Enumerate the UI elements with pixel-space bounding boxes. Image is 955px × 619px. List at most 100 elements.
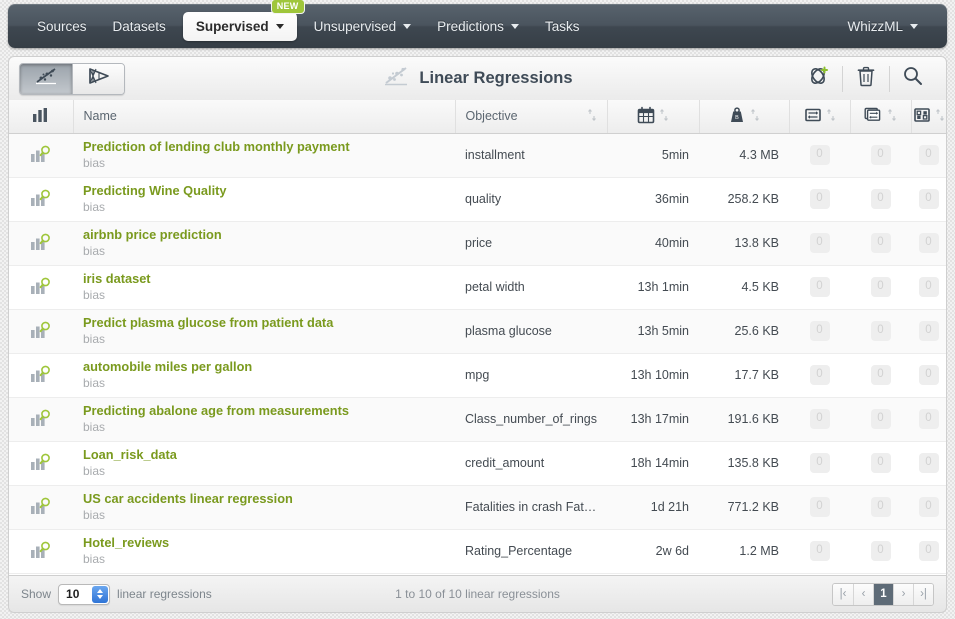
nav-item-supervised[interactable]: Supervised NEW [182,0,305,41]
stepper-icon[interactable] [92,585,109,603]
evaluations-count-badge[interactable]: 0 [918,497,939,517]
batch-predictions-count-badge[interactable]: 0 [870,321,891,341]
batch-predictions-count-badge[interactable]: 0 [870,277,891,297]
sort-arrows-icon[interactable] [587,108,597,125]
row-objective: installment [465,148,525,162]
column-header-predictions[interactable] [789,100,851,134]
batch-predictions-count-badge[interactable]: 0 [870,365,891,385]
row-name-link[interactable]: Predict plasma glucose from patient data [83,315,445,331]
table-row[interactable]: Prediction of lending club monthly payme… [9,133,946,178]
evaluations-count-badge[interactable]: 0 [918,409,939,429]
predictions-count-badge[interactable]: 0 [809,541,830,561]
table-row[interactable]: Loan_risk_data bias credit_amount 18h 14min… [9,441,946,486]
predictions-count-badge[interactable]: 0 [809,189,830,209]
row-name-link[interactable]: Prediction of lending club monthly payme… [83,139,445,155]
row-name-link[interactable]: Hotel_reviews [83,535,445,551]
row-name-link[interactable]: automobile miles per gallon [83,359,445,375]
table-row[interactable]: Hotel_reviews bias Rating_Percentage 2w 6d 1… [9,529,946,574]
predictions-count-badge[interactable]: 0 [809,277,830,297]
sort-arrows-icon[interactable] [826,108,836,125]
row-name-link[interactable]: airbnb price prediction [83,227,445,243]
row-objective-cell: Rating_Percentage [455,529,607,574]
row-name-cell: Loan_risk_data bias [73,441,455,486]
search-button[interactable] [890,64,936,94]
pagination-last[interactable]: ›| [913,583,933,605]
sort-arrows-icon[interactable] [887,108,897,125]
nav-item-tasks[interactable]: Tasks [532,12,593,41]
add-linear-regression-button[interactable] [796,64,842,94]
table-row[interactable]: automobile miles per gallon bias mpg 13h 10… [9,353,946,398]
evaluations-count-badge[interactable]: 0 [918,277,939,297]
delete-button[interactable] [843,64,889,94]
predictions-count-badge[interactable]: 0 [809,145,830,165]
table-row[interactable]: Predict plasma glucose from patient data… [9,309,946,354]
table-row[interactable]: Predicting Wine Quality bias quality 36min 2… [9,177,946,222]
sort-arrows-icon[interactable] [935,108,945,125]
evaluations-count-badge[interactable]: 0 [918,145,939,165]
batch-predictions-count-badge[interactable]: 0 [870,409,891,429]
row-name-cell: Hotel_reviews bias [73,529,455,574]
nav-item-datasets[interactable]: Datasets [100,12,179,41]
batch-predictions-count-badge[interactable]: 0 [870,233,891,253]
view-toggle-deepnet[interactable] [72,63,124,94]
chevron-down-icon [275,23,284,29]
nav-item-label: Supervised [195,18,269,34]
row-objective: Class_number_of_rings [465,412,597,426]
evaluations-count-badge[interactable]: 0 [918,365,939,385]
row-size-cell: 4.5 KB [699,265,789,310]
column-header-evaluations[interactable] [911,100,946,134]
batch-predictions-count-badge[interactable]: 0 [870,497,891,517]
table-row[interactable]: US car accidents linear regression bias Fa… [9,485,946,530]
predictions-count-badge[interactable]: 0 [809,409,830,429]
row-size-cell: 258.2 KB [699,177,789,222]
batch-predictions-count-badge[interactable]: 0 [870,189,891,209]
nav-item-predictions[interactable]: Predictions [424,12,532,41]
evaluations-count-badge[interactable]: 0 [918,321,939,341]
pagination-first[interactable]: |‹ [833,583,853,605]
row-predictions-cell: 0 [789,177,850,222]
column-header-batch-predictions[interactable] [850,100,912,134]
nav-item-whizzml[interactable]: WhizzML [834,12,931,41]
evaluations-count-badge[interactable]: 0 [918,541,939,561]
row-evaluations-cell: 0 [911,353,946,398]
pagination-page-1[interactable]: 1 [873,583,893,605]
row-name-link[interactable]: Loan_risk_data [83,447,445,463]
predictions-count-badge[interactable]: 0 [809,497,830,517]
nav-item-sources[interactable]: Sources [24,12,100,41]
row-name-link[interactable]: iris dataset [83,271,445,287]
sort-arrows-icon[interactable] [750,108,760,125]
row-age-cell: 40min [607,221,699,266]
row-name-link[interactable]: Predicting abalone age from measurements [83,403,445,419]
evaluations-count-badge[interactable]: 0 [918,189,939,209]
page-size-select[interactable]: 10 [58,583,111,605]
column-header-age[interactable] [607,100,700,134]
row-subtitle: bias [83,287,106,302]
pagination-prev[interactable]: ‹ [853,583,873,605]
batch-predictions-count-badge[interactable]: 0 [870,145,891,165]
batch-predictions-count-badge[interactable]: 0 [870,541,891,561]
row-subtitle: bias [83,375,106,390]
table-row[interactable]: Predicting abalone age from measurements… [9,397,946,442]
predictions-count-badge[interactable]: 0 [809,233,830,253]
predictions-count-badge[interactable]: 0 [809,365,830,385]
table-row[interactable]: iris dataset bias petal width 13h 1min 4.5 K… [9,265,946,310]
row-objective-cell: credit_amount [455,441,607,486]
predictions-count-badge[interactable]: 0 [809,321,830,341]
pagination-next[interactable]: › [893,583,913,605]
nav-item-unsupervised[interactable]: Unsupervised [301,12,425,41]
row-objective-cell: petal width [455,265,607,310]
column-header-size[interactable]: B [699,100,790,134]
view-toggle-linear-regression[interactable] [20,63,72,94]
bar-chart-icon [31,107,51,126]
evaluations-count-badge[interactable]: 0 [918,233,939,253]
table-row[interactable]: airbnb price prediction bias price 40min 13.… [9,221,946,266]
predictions-count-badge[interactable]: 0 [809,453,830,473]
evaluations-count-badge[interactable]: 0 [918,453,939,473]
column-header-objective[interactable]: Objective [455,100,608,134]
row-name-link[interactable]: Predicting Wine Quality [83,183,445,199]
batch-predictions-count-badge[interactable]: 0 [870,453,891,473]
sort-arrows-icon[interactable] [659,108,669,125]
row-batch-predictions-cell: 0 [850,221,911,266]
row-name-cell: iris dataset bias [73,265,455,310]
row-name-link[interactable]: US car accidents linear regression [83,491,445,507]
